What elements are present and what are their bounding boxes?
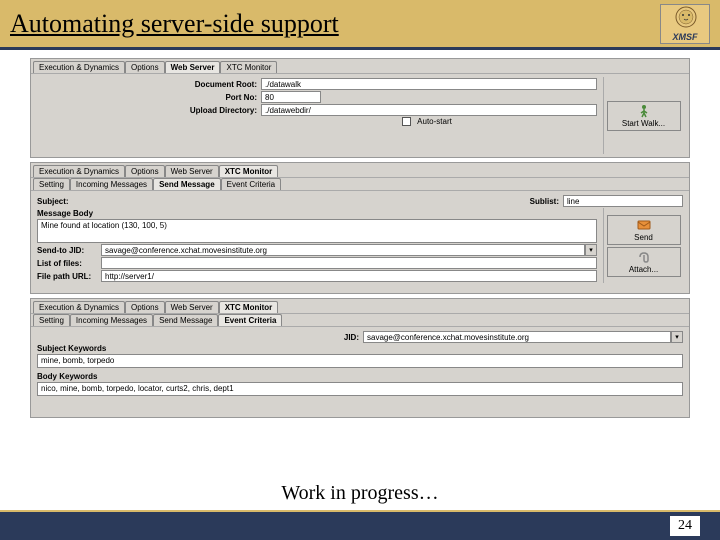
tab2-exec-dynamics[interactable]: Execution & Dynamics [33,165,125,177]
subtab3-setting[interactable]: Setting [33,314,70,326]
panel-event-criteria: Execution & Dynamics Options Web Server … [30,298,690,418]
tab2-options[interactable]: Options [125,165,165,177]
tab2-xtc-monitor[interactable]: XTC Monitor [219,165,279,177]
sublist-label: Sublist: [530,197,559,206]
attach-button[interactable]: Attach... [607,247,681,277]
tab3-options[interactable]: Options [125,301,165,313]
subtab-incoming[interactable]: Incoming Messages [70,178,153,190]
msg-body-label: Message Body [37,209,597,218]
slide-footer: 24 [0,510,720,540]
lion-icon [666,5,706,33]
send-icon [635,218,653,232]
tab-xtc-monitor[interactable]: XTC Monitor [220,61,277,73]
tabs-row-3: Execution & Dynamics Options Web Server … [31,299,689,313]
page-number: 24 [670,516,700,536]
subtab-send-message[interactable]: Send Message [153,178,221,190]
subtab-setting[interactable]: Setting [33,178,70,190]
tab3-exec-dynamics[interactable]: Execution & Dynamics [33,301,125,313]
slide-title: Automating server-side support [10,9,339,39]
subtab3-incoming[interactable]: Incoming Messages [70,314,153,326]
logo-text: XMSF [672,32,697,42]
subject-label: Subject: [37,197,87,206]
sendto-dropdown-icon[interactable]: ▾ [585,244,597,256]
body-kw-label: Body Keywords [37,372,683,381]
port-field[interactable]: 80 [261,91,321,103]
files-field[interactable] [101,257,597,269]
panel-web-server: Execution & Dynamics Options Web Server … [30,58,690,158]
filepath-field[interactable]: http://server1/ [101,270,597,282]
sublist-field[interactable]: line [563,195,683,207]
tab-web-server[interactable]: Web Server [165,61,221,73]
subtab3-event-criteria[interactable]: Event Criteria [218,314,282,326]
subj-kw-label: Subject Keywords [37,344,683,353]
subtabs-row-2: Setting Incoming Messages Send Message E… [31,177,689,190]
tabs-row-2: Execution & Dynamics Options Web Server … [31,163,689,177]
jid-field[interactable]: savage@conference.xchat.movesinstitute.o… [363,331,671,343]
doc-root-field[interactable]: ./datawalk [261,78,597,90]
sendto-field[interactable]: savage@conference.xchat.movesinstitute.o… [101,244,585,256]
upload-label: Upload Directory: [177,106,257,115]
walk-icon [635,104,653,118]
jid-dropdown-icon[interactable]: ▾ [671,331,683,343]
tab-options[interactable]: Options [125,61,165,73]
auto-start-label: Auto-start [417,117,452,126]
attach-icon [635,250,653,264]
tab3-web-server[interactable]: Web Server [165,301,219,313]
slide-header: Automating server-side support XMSF [0,0,720,50]
jid-label: JID: [344,333,359,342]
subj-kw-field[interactable]: mine, bomb, torpedo [37,354,683,368]
caption: Work in progress… [0,482,720,505]
doc-root-label: Document Root: [177,80,257,89]
subtab-event-criteria[interactable]: Event Criteria [221,178,281,190]
files-label: List of files: [37,259,97,268]
upload-field[interactable]: ./datawebdir/ [261,104,597,116]
panel-send-message: Execution & Dynamics Options Web Server … [30,162,690,294]
auto-start-checkbox[interactable] [402,117,411,126]
sendto-label: Send-to JID: [37,246,97,255]
logo: XMSF [660,4,710,44]
filepath-label: File path URL: [37,272,97,281]
tab3-xtc-monitor[interactable]: XTC Monitor [219,301,279,313]
send-button[interactable]: Send [607,215,681,245]
tabs-row-1: Execution & Dynamics Options Web Server … [31,59,689,73]
msg-body-field[interactable]: Mine found at location (130, 100, 5) [37,219,597,243]
panels-area: Execution & Dynamics Options Web Server … [0,50,720,480]
tab2-web-server[interactable]: Web Server [165,165,219,177]
start-walk-button[interactable]: Start Walk... [607,101,681,131]
body-kw-field[interactable]: nico, mine, bomb, torpedo, locator, curt… [37,382,683,396]
port-label: Port No: [177,93,257,102]
tab-exec-dynamics[interactable]: Execution & Dynamics [33,61,125,73]
subtabs-row-3: Setting Incoming Messages Send Message E… [31,313,689,326]
subtab3-send-message[interactable]: Send Message [153,314,218,326]
